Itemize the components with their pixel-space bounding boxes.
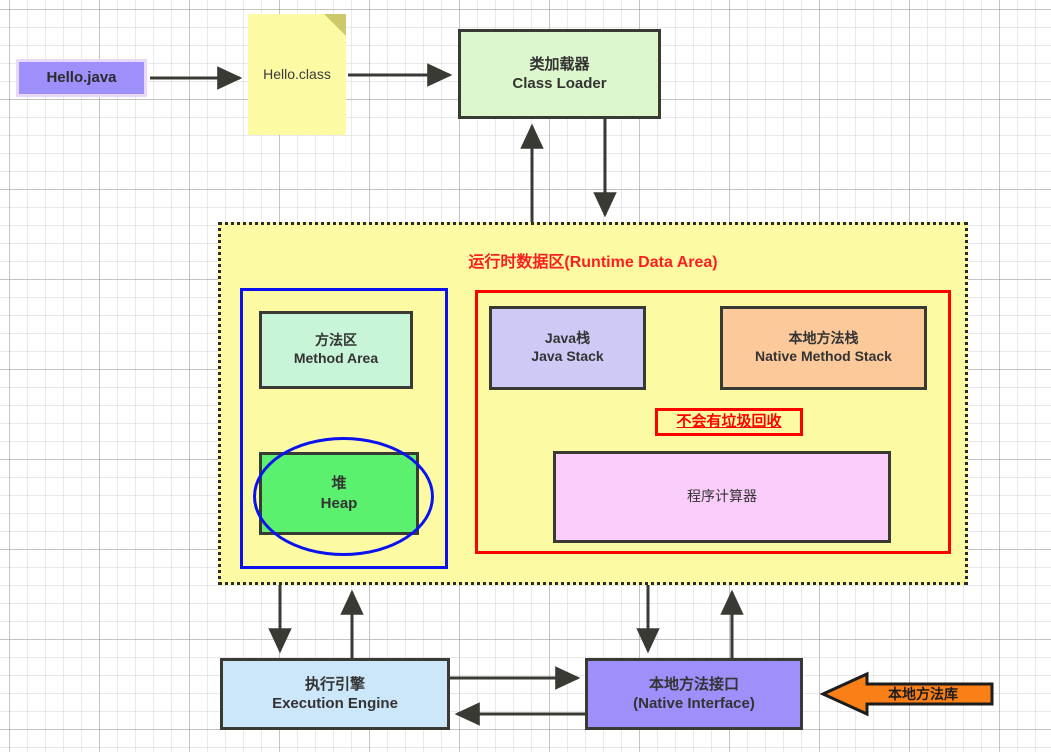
execution-engine-label-cn: 执行引擎 bbox=[304, 675, 365, 693]
native-method-stack-label-cn: 本地方法栈 bbox=[788, 330, 859, 347]
native-library-label: 本地方法库 bbox=[888, 686, 958, 702]
java-stack-label-cn: Java栈 bbox=[544, 330, 591, 347]
node-java-stack[interactable]: Java栈 Java Stack bbox=[489, 306, 646, 390]
no-gc-label: 不会有垃圾回收 bbox=[676, 413, 782, 431]
pc-register-label: 程序计算器 bbox=[687, 488, 757, 505]
method-area-label-cn: 方法区 bbox=[315, 332, 357, 349]
heap-label-cn: 堆 bbox=[331, 475, 347, 493]
node-execution-engine[interactable]: 执行引擎 Execution Engine bbox=[220, 658, 450, 730]
execution-engine-label-en: Execution Engine bbox=[272, 695, 398, 712]
node-method-area[interactable]: 方法区 Method Area bbox=[259, 311, 413, 389]
class-loader-label-en: Class Loader bbox=[512, 75, 607, 92]
node-hello-java-source[interactable]: Hello.java bbox=[16, 59, 147, 97]
runtime-data-area-title: 运行时数据区(Runtime Data Area) bbox=[468, 254, 718, 271]
native-method-stack-label-en: Native Method Stack bbox=[755, 348, 892, 364]
java-stack-label-en: Java Stack bbox=[531, 348, 604, 364]
class-loader-label-cn: 类加载器 bbox=[529, 55, 590, 73]
node-heap[interactable]: 堆 Heap bbox=[259, 452, 419, 535]
node-native-method-stack[interactable]: 本地方法栈 Native Method Stack bbox=[720, 306, 927, 390]
hello-class-label: Hello.class bbox=[263, 65, 331, 82]
hello-java-label: Hello.java bbox=[46, 69, 117, 87]
native-interface-label-en: (Native Interface) bbox=[633, 695, 755, 712]
document-fold-icon bbox=[324, 14, 346, 36]
method-area-label-en: Method Area bbox=[293, 350, 379, 366]
native-interface-label-cn: 本地方法接口 bbox=[648, 675, 739, 693]
node-class-loader[interactable]: 类加载器 Class Loader bbox=[458, 29, 661, 119]
jvm-architecture-diagram: Hello.java Hello.class 类加载器 Class Loader… bbox=[0, 0, 1051, 752]
node-program-counter-register[interactable]: 程序计算器 bbox=[553, 451, 891, 543]
heap-label-en: Heap bbox=[320, 494, 358, 512]
annotation-no-garbage-collection: 不会有垃圾回收 bbox=[655, 408, 803, 436]
node-hello-class-file[interactable]: Hello.class bbox=[248, 14, 346, 135]
node-native-interface[interactable]: 本地方法接口 (Native Interface) bbox=[585, 658, 803, 730]
